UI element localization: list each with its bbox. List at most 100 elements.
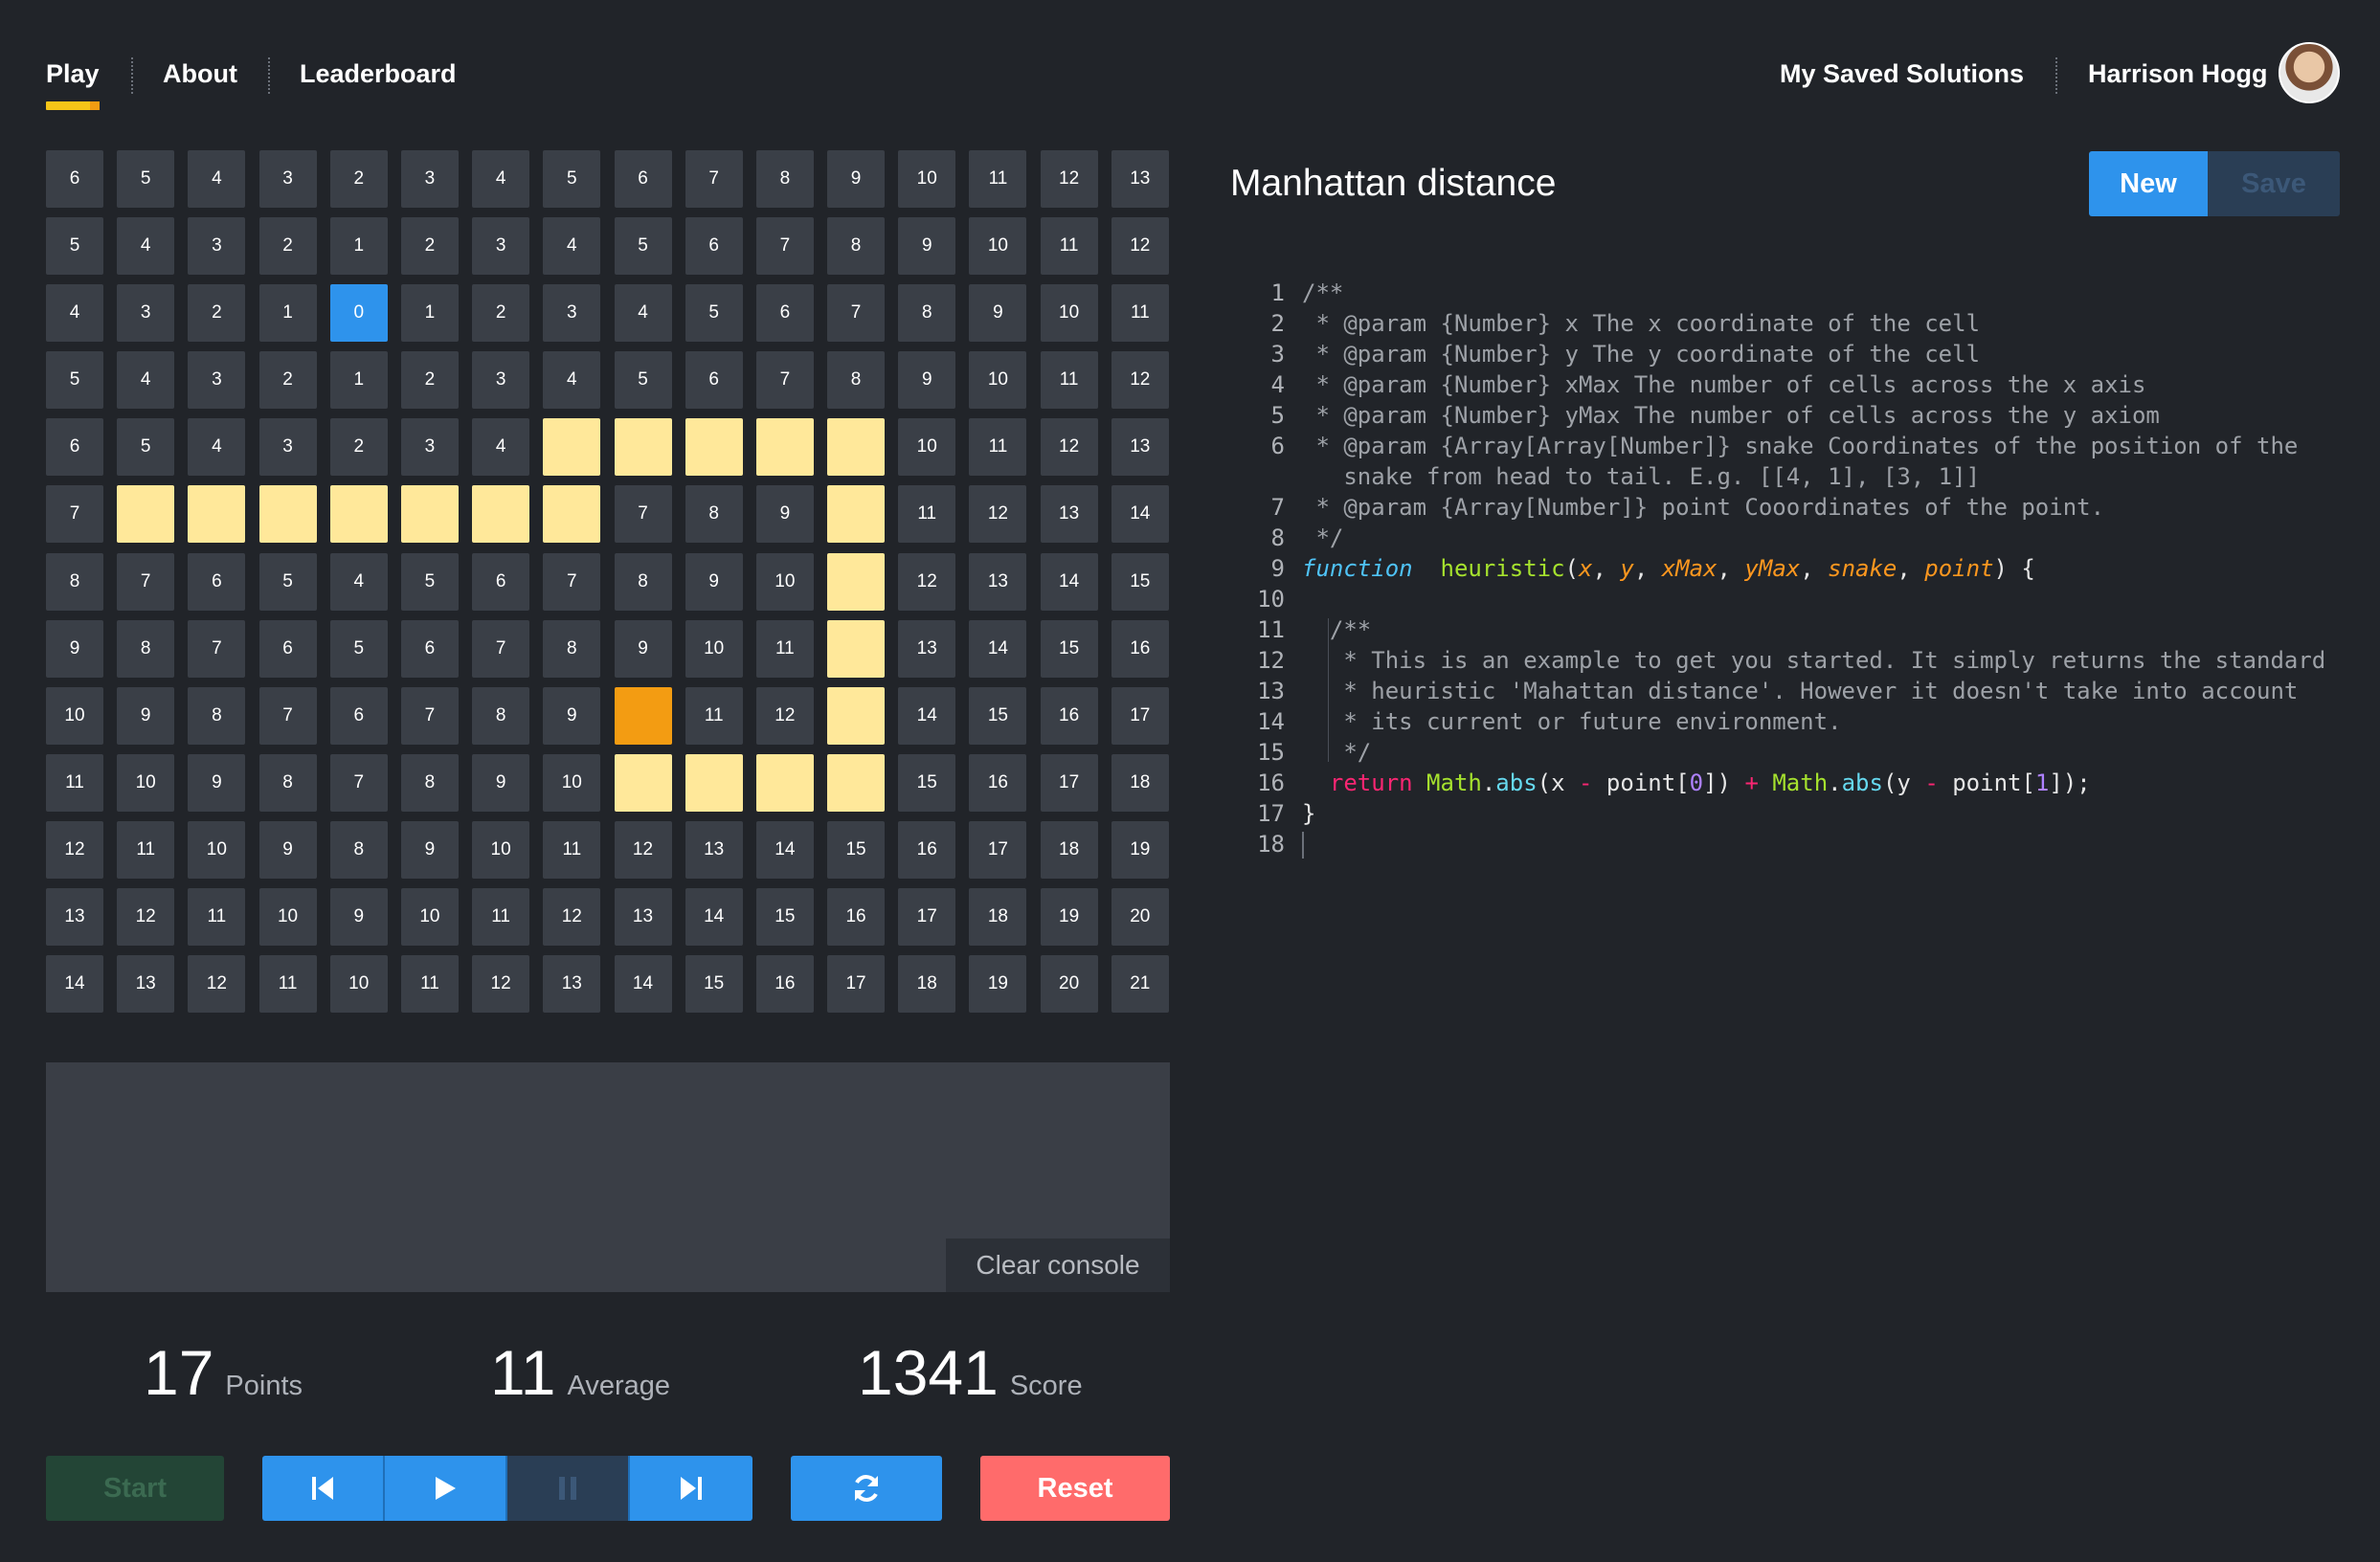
board-cell: 19 <box>1040 888 1098 947</box>
start-button[interactable]: Start <box>46 1456 224 1521</box>
board-cell: 8 <box>329 820 388 879</box>
average-value: 11 <box>490 1337 556 1408</box>
board-cell: 5 <box>329 619 388 678</box>
save-button[interactable]: Save <box>2208 151 2340 216</box>
snake-body-cell <box>258 485 317 544</box>
play-button[interactable] <box>385 1456 507 1521</box>
board-cell: 3 <box>188 351 246 410</box>
nav-about[interactable]: About <box>163 59 237 89</box>
new-button[interactable]: New <box>2089 151 2208 216</box>
board-cell: 14 <box>685 888 743 947</box>
board-cell: 12 <box>969 485 1027 544</box>
snake-body-cell <box>827 686 886 745</box>
board-cell: 6 <box>188 552 246 611</box>
board-cell: 15 <box>755 888 814 947</box>
board-cell: 4 <box>117 351 175 410</box>
step-back-button[interactable] <box>262 1456 385 1521</box>
board-cell: 6 <box>685 217 743 276</box>
average-stat: 11 Average <box>490 1336 670 1409</box>
play-icon <box>436 1477 456 1500</box>
nav-divider <box>268 57 270 94</box>
board-cell: 9 <box>614 619 672 678</box>
board-cell: 13 <box>1111 418 1169 477</box>
board-cell: 3 <box>472 217 530 276</box>
nav-divider <box>131 57 133 94</box>
snake-body-cell <box>117 485 175 544</box>
board-cell: 17 <box>1111 686 1169 745</box>
board-cell: 12 <box>755 686 814 745</box>
board-cell: 16 <box>827 888 886 947</box>
board-cell: 11 <box>188 888 246 947</box>
board-cell: 7 <box>827 284 886 343</box>
snake-body-cell <box>827 552 886 611</box>
step-forward-button[interactable] <box>630 1456 752 1521</box>
board-cell: 2 <box>188 284 246 343</box>
board-cell: 10 <box>117 753 175 812</box>
snake-body-cell <box>685 753 743 812</box>
refresh-button[interactable] <box>791 1456 942 1521</box>
board-cell: 9 <box>400 820 459 879</box>
line-number: 16 <box>1257 770 1285 796</box>
board-cell: 10 <box>685 619 743 678</box>
board-cell: 7 <box>117 552 175 611</box>
board-cell: 9 <box>898 351 956 410</box>
pause-button[interactable] <box>507 1456 630 1521</box>
board-cell: 8 <box>543 619 601 678</box>
board-cell: 13 <box>969 552 1027 611</box>
board-cell: 14 <box>898 686 956 745</box>
board-cell: 17 <box>898 888 956 947</box>
board-cell: 4 <box>614 284 672 343</box>
snake-body-cell <box>188 485 246 544</box>
board-cell: 7 <box>188 619 246 678</box>
user-name[interactable]: Harrison Hogg <box>2088 59 2268 89</box>
board-cell: 13 <box>46 888 103 947</box>
board-cell: 9 <box>685 552 743 611</box>
board-cell: 3 <box>472 351 530 410</box>
board-cell: 17 <box>969 820 1027 879</box>
nav-leaderboard[interactable]: Leaderboard <box>300 59 457 89</box>
code-text: * @param {Number} y The y coordinate of … <box>1302 341 1981 368</box>
board-cell: 1 <box>329 217 388 276</box>
reset-button[interactable]: Reset <box>980 1456 1170 1521</box>
code-text <box>1302 829 1304 859</box>
board-cell: 2 <box>258 217 317 276</box>
code-text: function heuristic(x, y, xMax, yMax, sna… <box>1302 555 2035 582</box>
board-cell: 9 <box>827 150 886 208</box>
board-cell: 9 <box>258 820 317 879</box>
board-cell: 8 <box>685 485 743 544</box>
board-cell: 10 <box>898 418 956 477</box>
snake-body-cell <box>543 485 601 544</box>
board-cell: 14 <box>1040 552 1098 611</box>
board-cell: 14 <box>1111 485 1169 544</box>
board-cell: 13 <box>543 955 601 1014</box>
board-cell: 3 <box>543 284 601 343</box>
board-cell: 13 <box>898 619 956 678</box>
board-cell: 10 <box>969 217 1027 276</box>
clear-console-button[interactable]: Clear console <box>946 1238 1170 1292</box>
board-cell: 5 <box>543 150 601 208</box>
board-cell: 18 <box>969 888 1027 947</box>
board-cell: 15 <box>969 686 1027 745</box>
active-tab-indicator <box>46 101 100 110</box>
board-cell: 4 <box>188 418 246 477</box>
board-cell: 10 <box>755 552 814 611</box>
board-cell: 14 <box>46 955 103 1014</box>
board-cell: 4 <box>329 552 388 611</box>
game-board: 6 5 4 3 2 3 4 5 6 7 8 9 10 11 12 13 5 4 3 2 1 2 3 4 5 6 7 8 9 10 11 12 4… <box>46 150 1169 1014</box>
board-cell: 10 <box>1040 284 1098 343</box>
board-cell: 7 <box>400 686 459 745</box>
line-number: 8 <box>1270 524 1285 551</box>
snake-body-cell <box>329 485 388 544</box>
nav-play[interactable]: Play <box>46 59 100 89</box>
board-cell: 6 <box>258 619 317 678</box>
refresh-icon <box>855 1475 878 1502</box>
line-number: 5 <box>1270 402 1285 429</box>
board-cell: 12 <box>46 820 103 879</box>
board-cell: 15 <box>1111 552 1169 611</box>
code-text: return Math.abs(x - point[0]) + Math.abs… <box>1302 770 2091 796</box>
board-cell: 10 <box>543 753 601 812</box>
avatar[interactable] <box>2279 42 2340 103</box>
board-cell: 8 <box>898 284 956 343</box>
nav-my-saved-solutions[interactable]: My Saved Solutions <box>1780 59 2024 89</box>
board-cell: 10 <box>898 150 956 208</box>
